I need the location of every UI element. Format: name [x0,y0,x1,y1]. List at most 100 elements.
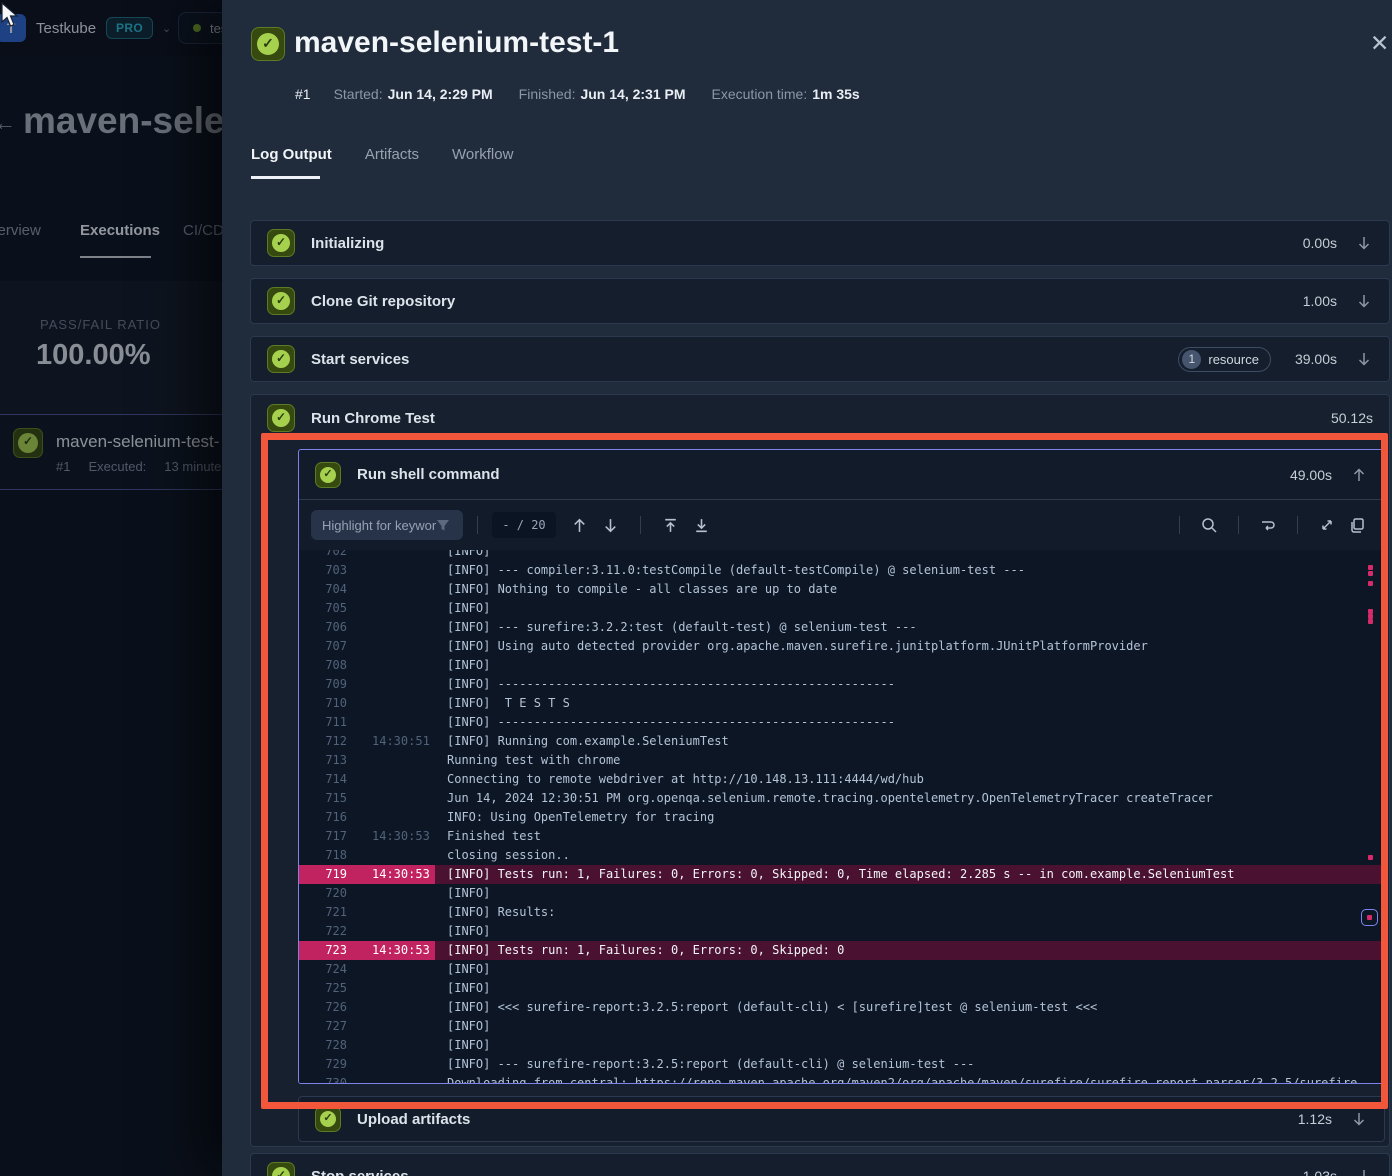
drawer-tabs: Log Output Artifacts Workflow [251,146,546,163]
line-text: [INFO] [435,979,490,998]
line-number: 724 [299,960,347,979]
match-marker[interactable] [1368,581,1373,586]
match-marker[interactable] [1368,565,1373,570]
substep-label: Upload artifacts [357,1111,470,1128]
line-timestamp [347,675,430,694]
search-icon[interactable] [1200,516,1218,534]
step-run-chrome-test-group: Run Chrome Test 50.12s Run shell command… [250,394,1390,1147]
step-label: Start services [311,351,409,368]
step-label: Clone Git repository [311,293,455,310]
step-label: Run Chrome Test [311,410,435,427]
line-text: [INFO] Running com.example.SeleniumTest [435,732,729,751]
fullscreen-icon[interactable] [1318,516,1336,534]
step-run-chrome-test[interactable]: Run Chrome Test 50.12s [251,395,1389,441]
match-marker[interactable] [1368,855,1373,860]
expand-down-icon[interactable] [1350,1110,1368,1128]
line-number: 713 [299,751,347,770]
collapse-up-icon[interactable] [1350,466,1368,484]
log-line: 704[INFO] Nothing to compile - all class… [299,580,1384,599]
log-line: 726[INFO] <<< surefire-report:3.2.5:repo… [299,998,1384,1017]
step-initializing[interactable]: Initializing 0.00s [250,220,1390,266]
log-line: 710 [INFO] T E S T S [299,694,1384,713]
log-line: 718 closing session.. [299,846,1384,865]
run-shell-command-panel: Run shell command 49.00s - / 20 [298,449,1385,1084]
log-lines: 702[INFO]703[INFO] --- compiler:3.11.0:t… [299,550,1384,1084]
line-timestamp [347,618,430,637]
line-number: 706 [299,618,347,637]
expand-down-icon[interactable] [1355,1167,1373,1176]
substep-upload-artifacts[interactable]: Upload artifacts 1.12s [298,1096,1385,1142]
line-timestamp [347,580,430,599]
line-text: [INFO] T E S T S [435,694,570,713]
substep-duration: 49.00s [1290,467,1332,483]
line-timestamp: 14:30:51 [347,732,430,751]
expand-down-icon[interactable] [1355,350,1373,368]
line-number: 730 [299,1074,347,1084]
step-stop-services[interactable]: Stop services 1.03s [250,1153,1390,1176]
log-line: 716INFO: Using OpenTelemetry for tracing [299,808,1384,827]
match-marker[interactable] [1368,571,1373,576]
line-timestamp: 14:30:53 [347,865,430,884]
step-label: Stop services [311,1168,409,1176]
line-text: [INFO] [435,960,490,979]
tab-artifacts[interactable]: Artifacts [365,146,419,163]
next-match-icon[interactable] [601,516,620,535]
word-wrap-icon[interactable] [1259,516,1277,534]
filter-icon [436,518,450,532]
line-number: 710 [299,694,347,713]
log-line: 705[INFO] [299,599,1384,618]
highlight-keywords-field[interactable] [311,510,463,540]
line-text: Finished test [435,827,541,846]
line-text: closing session.. [435,846,570,865]
line-number: 712 [299,732,347,751]
log-line: 715Jun 14, 2024 12:30:51 PM org.openqa.s… [299,789,1384,808]
tab-log-output[interactable]: Log Output [251,146,332,163]
match-marker[interactable] [1368,619,1373,624]
line-text: [INFO] Tests run: 1, Failures: 0, Errors… [435,941,844,960]
line-text: [INFO] Results: [435,903,555,922]
line-text: [INFO] Nothing to compile - all classes … [435,580,837,599]
expand-down-icon[interactable] [1355,292,1373,310]
line-number: 716 [299,808,347,827]
line-number: 728 [299,1036,347,1055]
line-text: [INFO] ---------------------------------… [435,675,895,694]
line-timestamp [347,789,430,808]
tab-workflow[interactable]: Workflow [452,146,513,163]
log-line: 721 [INFO] Results: [299,903,1384,922]
highlight-keywords-input[interactable] [322,518,436,533]
step-duration: 50.12s [1331,410,1373,426]
line-number: 708 [299,656,347,675]
current-match-marker[interactable] [1361,909,1378,926]
log-line: 724 [INFO] [299,960,1384,979]
log-line: 71914:30:53[INFO] Tests run: 1, Failures… [299,865,1384,884]
log-viewer[interactable]: 702[INFO]703[INFO] --- compiler:3.11.0:t… [299,550,1384,1084]
log-line: 727[INFO] [299,1017,1384,1036]
line-text: Downloading from central: https://repo.m… [435,1074,1365,1084]
previous-match-icon[interactable] [570,516,589,535]
expand-down-icon[interactable] [1355,234,1373,252]
line-number: 721 [299,903,347,922]
scroll-to-top-icon[interactable] [661,516,680,535]
line-timestamp [347,979,430,998]
log-line: 72314:30:53[INFO] Tests run: 1, Failures… [299,941,1384,960]
line-timestamp [347,561,430,580]
line-timestamp [347,694,430,713]
line-timestamp: 14:30:53 [347,941,430,960]
close-icon[interactable]: ✕ [1370,30,1389,57]
line-number: 718 [299,846,347,865]
line-number: 719 [299,865,347,884]
started-value: Jun 14, 2:29 PM [388,86,493,102]
line-text: Connecting to remote webdriver at http:/… [435,770,924,789]
divider [640,516,641,534]
step-start-services[interactable]: Start services 1 resource 39.00s [250,336,1390,382]
line-number: 727 [299,1017,347,1036]
scroll-to-bottom-icon[interactable] [692,516,711,535]
line-text: [INFO] Using auto detected provider org.… [435,637,1148,656]
copy-icon[interactable] [1348,516,1366,534]
step-clone-git[interactable]: Clone Git repository 1.00s [250,278,1390,324]
substep-run-shell-command[interactable]: Run shell command 49.00s [299,450,1384,500]
line-number: 707 [299,637,347,656]
log-toolbar: - / 20 [299,500,1384,550]
line-number: 714 [299,770,347,789]
log-line: 71214:30:51 [INFO] Running com.example.Se… [299,732,1384,751]
